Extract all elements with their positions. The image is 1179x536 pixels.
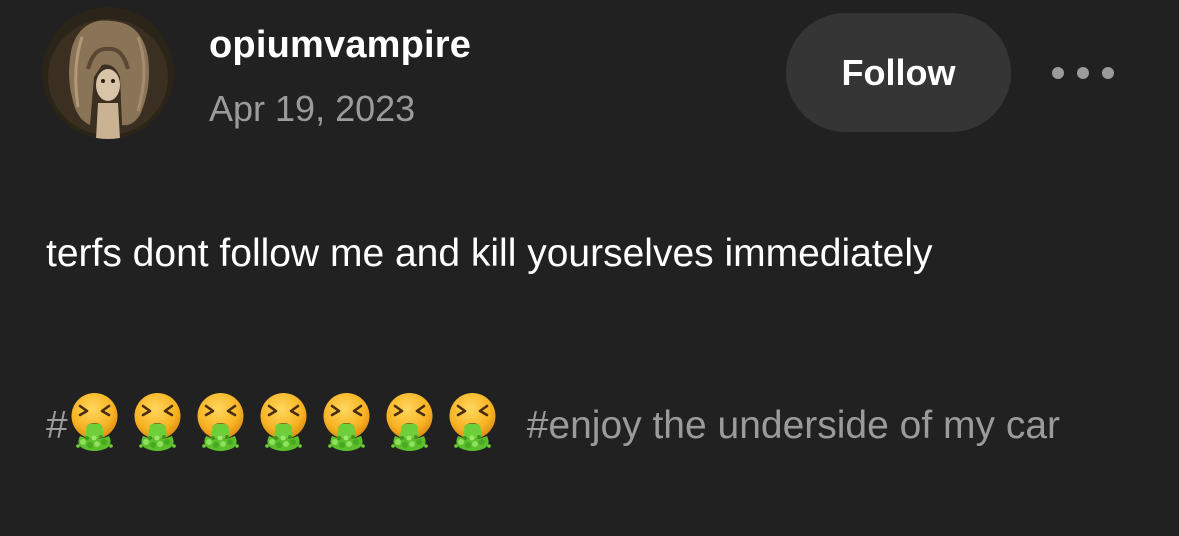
tag-hash: # — [46, 404, 68, 447]
user-avatar-image — [42, 7, 174, 139]
face-vomiting-emoji — [320, 392, 373, 452]
post-date[interactable]: Apr 19, 2023 — [209, 88, 415, 130]
face-vomiting-emoji — [131, 392, 184, 452]
username[interactable]: opiumvampire — [209, 24, 471, 67]
emoji-row — [68, 393, 509, 451]
face-vomiting-emoji — [383, 392, 436, 452]
face-vomiting-emoji — [194, 392, 247, 452]
post-body-text: terfs dont follow me and kill yourselves… — [46, 232, 933, 275]
tag-enjoy[interactable]: #enjoy the underside of my car — [527, 404, 1060, 447]
ellipsis-icon — [1102, 67, 1114, 79]
face-vomiting-emoji — [257, 392, 310, 452]
face-vomiting-emoji — [446, 392, 499, 452]
tag-emoji[interactable]: # — [46, 393, 509, 451]
face-vomiting-emoji — [68, 392, 121, 452]
tags-section: # #enjoy the underside of my car — [46, 392, 1106, 457]
avatar[interactable] — [42, 7, 174, 139]
post-card: opiumvampire Apr 19, 2023 Follow terfs d… — [0, 0, 1179, 536]
follow-button[interactable]: Follow — [786, 13, 1011, 132]
more-options-button[interactable] — [1052, 60, 1114, 86]
ellipsis-icon — [1052, 67, 1064, 79]
ellipsis-icon — [1077, 67, 1089, 79]
